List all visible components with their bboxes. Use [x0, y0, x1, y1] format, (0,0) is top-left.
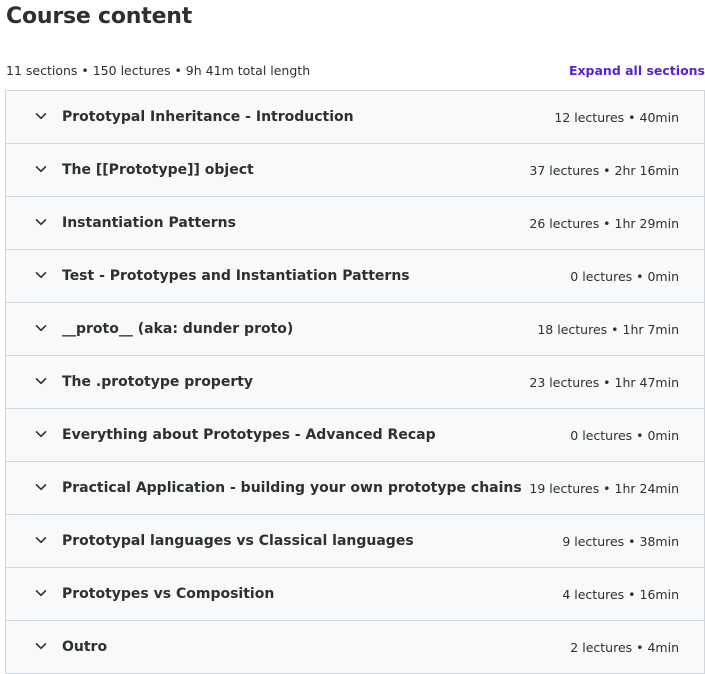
section-header[interactable]: The [[Prototype]] object 37 lectures • 2h…	[6, 144, 704, 197]
chevron-down-icon	[34, 162, 48, 176]
section-header[interactable]: Prototypes vs Composition 4 lectures • 16…	[6, 568, 704, 621]
chevron-down-icon	[34, 321, 48, 335]
section-lecture-count: 18 lectures • 1hr 7min	[537, 321, 679, 337]
section-lecture-count: 2 lectures • 4min	[570, 639, 679, 655]
course-summary: 11 sections • 150 lectures • 9h 41m tota…	[6, 62, 311, 78]
section-header[interactable]: Instantiation Patterns 26 lectures • 1hr …	[6, 197, 704, 250]
course-summary-row: 11 sections • 150 lectures • 9h 41m tota…	[6, 61, 705, 79]
section-header[interactable]: The .prototype property 23 lectures • 1hr…	[6, 356, 704, 409]
section-title: Outro	[62, 639, 108, 655]
section-list: Prototypal Inheritance - Introduction 12 …	[5, 90, 705, 674]
section-title: Test - Prototypes and Instantiation Patt…	[62, 268, 410, 284]
section-lecture-count: 9 lectures • 38min	[562, 533, 679, 549]
section-lecture-count: 23 lectures • 1hr 47min	[529, 374, 679, 390]
chevron-down-icon	[34, 480, 48, 494]
section-lecture-count: 26 lectures • 1hr 29min	[529, 215, 679, 231]
section-header[interactable]: Practical Application - building your ow…	[6, 462, 704, 515]
section-lecture-count: 4 lectures • 16min	[562, 586, 679, 602]
chevron-down-icon	[34, 427, 48, 441]
section-title: Practical Application - building your ow…	[62, 480, 522, 496]
section-header[interactable]: Prototypal languages vs Classical langua…	[6, 515, 704, 568]
section-title: Prototypes vs Composition	[62, 586, 275, 602]
section-title: Prototypal languages vs Classical langua…	[62, 533, 414, 549]
section-title: Prototypal Inheritance - Introduction	[62, 109, 354, 125]
chevron-down-icon	[34, 639, 48, 653]
chevron-down-icon	[34, 215, 48, 229]
section-header[interactable]: __proto__ (aka: dunder proto) 18 lectures…	[6, 303, 704, 356]
section-lecture-count: 37 lectures • 2hr 16min	[529, 162, 679, 178]
section-header[interactable]: Outro 2 lectures • 4min	[6, 621, 704, 673]
section-title: __proto__ (aka: dunder proto)	[62, 321, 294, 337]
chevron-down-icon	[34, 533, 48, 547]
section-title: The .prototype property	[62, 374, 254, 390]
section-lecture-count: 19 lectures • 1hr 24min	[529, 480, 679, 496]
section-lecture-count: 12 lectures • 40min	[554, 109, 679, 125]
section-title: The [[Prototype]] object	[62, 162, 254, 178]
section-title: Instantiation Patterns	[62, 215, 236, 231]
section-header[interactable]: Prototypal Inheritance - Introduction 12 …	[6, 91, 704, 144]
chevron-down-icon	[34, 268, 48, 282]
section-lecture-count: 0 lectures • 0min	[570, 427, 679, 443]
chevron-down-icon	[34, 109, 48, 123]
expand-all-sections-button[interactable]: Expand all sections	[569, 63, 705, 78]
section-title: Everything about Prototypes - Advanced R…	[62, 427, 436, 443]
section-header[interactable]: Everything about Prototypes - Advanced R…	[6, 409, 704, 462]
chevron-down-icon	[34, 374, 48, 388]
chevron-down-icon	[34, 586, 48, 600]
page-title: Course content	[6, 4, 193, 29]
section-header[interactable]: Test - Prototypes and Instantiation Patt…	[6, 250, 704, 303]
section-lecture-count: 0 lectures • 0min	[570, 268, 679, 284]
